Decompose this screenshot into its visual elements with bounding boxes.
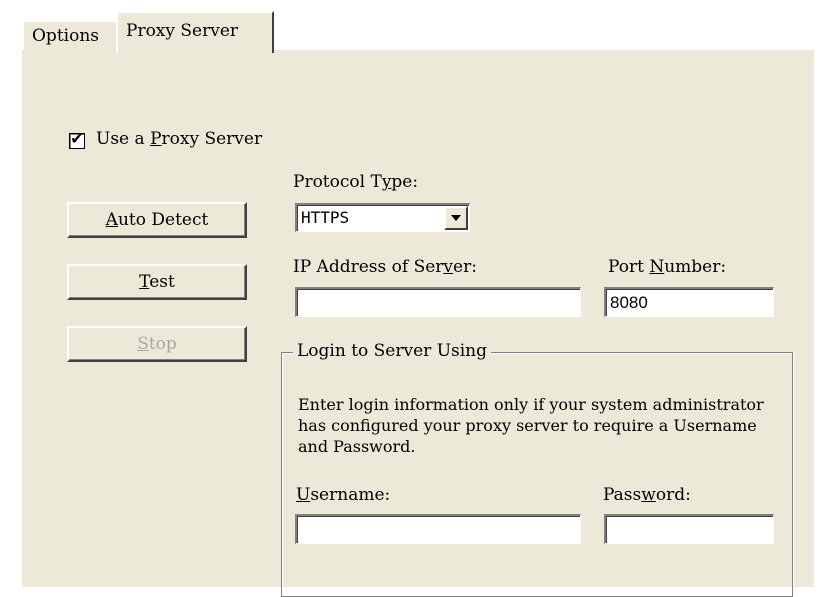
password-input[interactable] xyxy=(604,514,774,544)
password-label: Password: xyxy=(603,485,691,505)
username-label: Username: xyxy=(296,485,391,505)
tab-proxy-server-label: Proxy Server xyxy=(126,21,239,41)
checkmark-icon: ✔ xyxy=(70,129,84,148)
use-proxy-label[interactable]: Use a Proxy Server xyxy=(96,127,262,151)
ip-address-label: IP Address of Server: xyxy=(293,257,477,277)
auto-detect-button[interactable]: Auto Detect xyxy=(67,202,247,238)
use-proxy-checkbox[interactable]: ✔ xyxy=(69,129,85,149)
tab-proxy-server[interactable]: Proxy Server xyxy=(116,11,274,53)
port-number-label: Port Number: xyxy=(608,257,727,277)
username-input[interactable] xyxy=(295,514,581,544)
chevron-down-icon xyxy=(451,215,461,221)
tab-options[interactable]: Options xyxy=(22,20,118,50)
port-number-input[interactable]: 8080 xyxy=(604,287,774,317)
protocol-type-label: Protocol Type: xyxy=(293,172,419,192)
protocol-type-value: HTTPS xyxy=(301,208,350,227)
protocol-type-select[interactable]: HTTPS xyxy=(295,203,470,232)
tab-options-label: Options xyxy=(32,26,99,46)
login-info-note: Enter login information only if your sys… xyxy=(298,395,764,456)
login-group-legend: Login to Server Using xyxy=(293,339,492,363)
ip-address-input[interactable] xyxy=(295,287,581,317)
test-button[interactable]: Test xyxy=(67,264,247,300)
login-group-box xyxy=(281,352,793,597)
stop-button[interactable]: Stop xyxy=(67,326,247,362)
dropdown-button[interactable] xyxy=(444,206,468,230)
